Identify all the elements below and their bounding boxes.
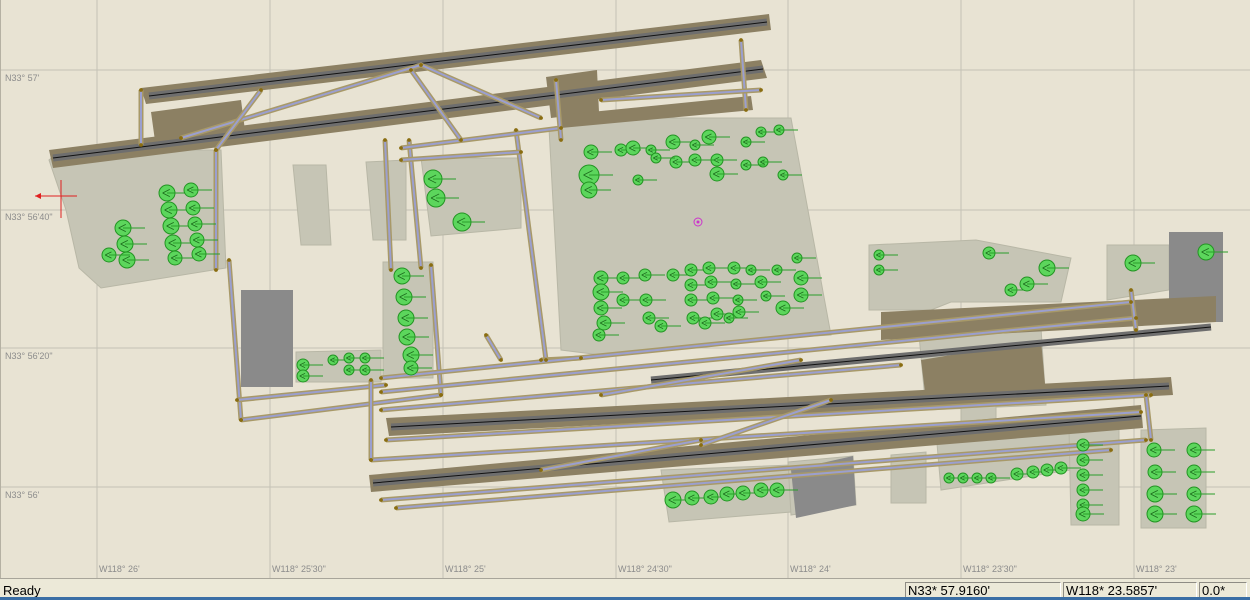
taxi-node [369, 378, 373, 382]
taxi-node [369, 458, 373, 462]
taxi-node [744, 108, 748, 112]
taxi-node [1149, 438, 1153, 442]
taxi-node [379, 408, 383, 412]
airport-map[interactable] [1, 0, 1250, 578]
taxi-node [383, 138, 387, 142]
lat-label: N33° 56' [5, 490, 40, 500]
taxi-node [1149, 393, 1153, 397]
taxi-node [1144, 393, 1148, 397]
taxi-node [699, 438, 703, 442]
taxi-node [379, 376, 383, 380]
taxi-node [259, 88, 263, 92]
lon-label: W118° 24' [790, 564, 831, 574]
taxi-node [399, 146, 403, 150]
taxi-node [519, 150, 523, 154]
taxi-node [239, 418, 243, 422]
taxi-node [384, 383, 388, 387]
taxi-node [214, 268, 218, 272]
lon-label: W118° 23'30" [963, 564, 1017, 574]
taxi-node [599, 98, 603, 102]
taxi-node [1139, 410, 1143, 414]
taxi-node [407, 138, 411, 142]
taxi-node [439, 393, 443, 397]
taxi-node [409, 68, 413, 72]
taxi-node [599, 393, 603, 397]
taxi-node [1109, 448, 1113, 452]
taxi-node [214, 148, 218, 152]
taxi-node [379, 390, 383, 394]
taxi-node [559, 138, 563, 142]
taxi-node [394, 506, 398, 510]
taxi-node [799, 358, 803, 362]
taxi-node [579, 356, 583, 360]
taxi-node [139, 88, 143, 92]
lon-label: W118° 25'30" [272, 564, 326, 574]
taxi-node [389, 268, 393, 272]
taxi-node [539, 358, 543, 362]
taxi-node [1129, 288, 1133, 292]
taxi-node [399, 158, 403, 162]
lon-label: W118° 24'30" [618, 564, 672, 574]
taxi-node [1129, 300, 1133, 304]
taxi-node [179, 136, 183, 140]
taxi-node [419, 63, 423, 67]
status-text: Ready [3, 583, 41, 598]
taxi-node [699, 443, 703, 447]
taxi-node [544, 358, 548, 362]
taxi-node [384, 438, 388, 442]
lat-label: N33° 57' [5, 73, 40, 83]
taxi-node [1134, 316, 1138, 320]
taxi-node [554, 78, 558, 82]
taxi-node [539, 468, 543, 472]
lat-label: N33° 56'40" [5, 212, 53, 222]
taxi-node [1144, 438, 1148, 442]
taxi-node [484, 333, 488, 337]
taxi-node [459, 138, 463, 142]
taxi-node [514, 128, 518, 132]
taxi-node [1134, 328, 1138, 332]
lon-label: W118° 25' [445, 564, 486, 574]
lon-label: W118° 26' [99, 564, 140, 574]
taxi-node [759, 88, 763, 92]
taxi-node [559, 126, 563, 130]
taxi-node [139, 143, 143, 147]
taxi-node [429, 263, 433, 267]
taxi-node [499, 358, 503, 362]
taxi-node [419, 266, 423, 270]
airport-map-canvas[interactable]: N33° 57' N33° 56'40" N33° 56'20" N33° 56… [0, 0, 1250, 578]
taxi-node [899, 363, 903, 367]
lon-label: W118° 23' [1136, 564, 1177, 574]
taxi-node [539, 116, 543, 120]
lat-label: N33° 56'20" [5, 351, 53, 361]
taxi-node [379, 498, 383, 502]
taxi-node [829, 398, 833, 402]
taxi-node [739, 38, 743, 42]
taxi-node [227, 258, 231, 262]
taxi-node [235, 398, 239, 402]
